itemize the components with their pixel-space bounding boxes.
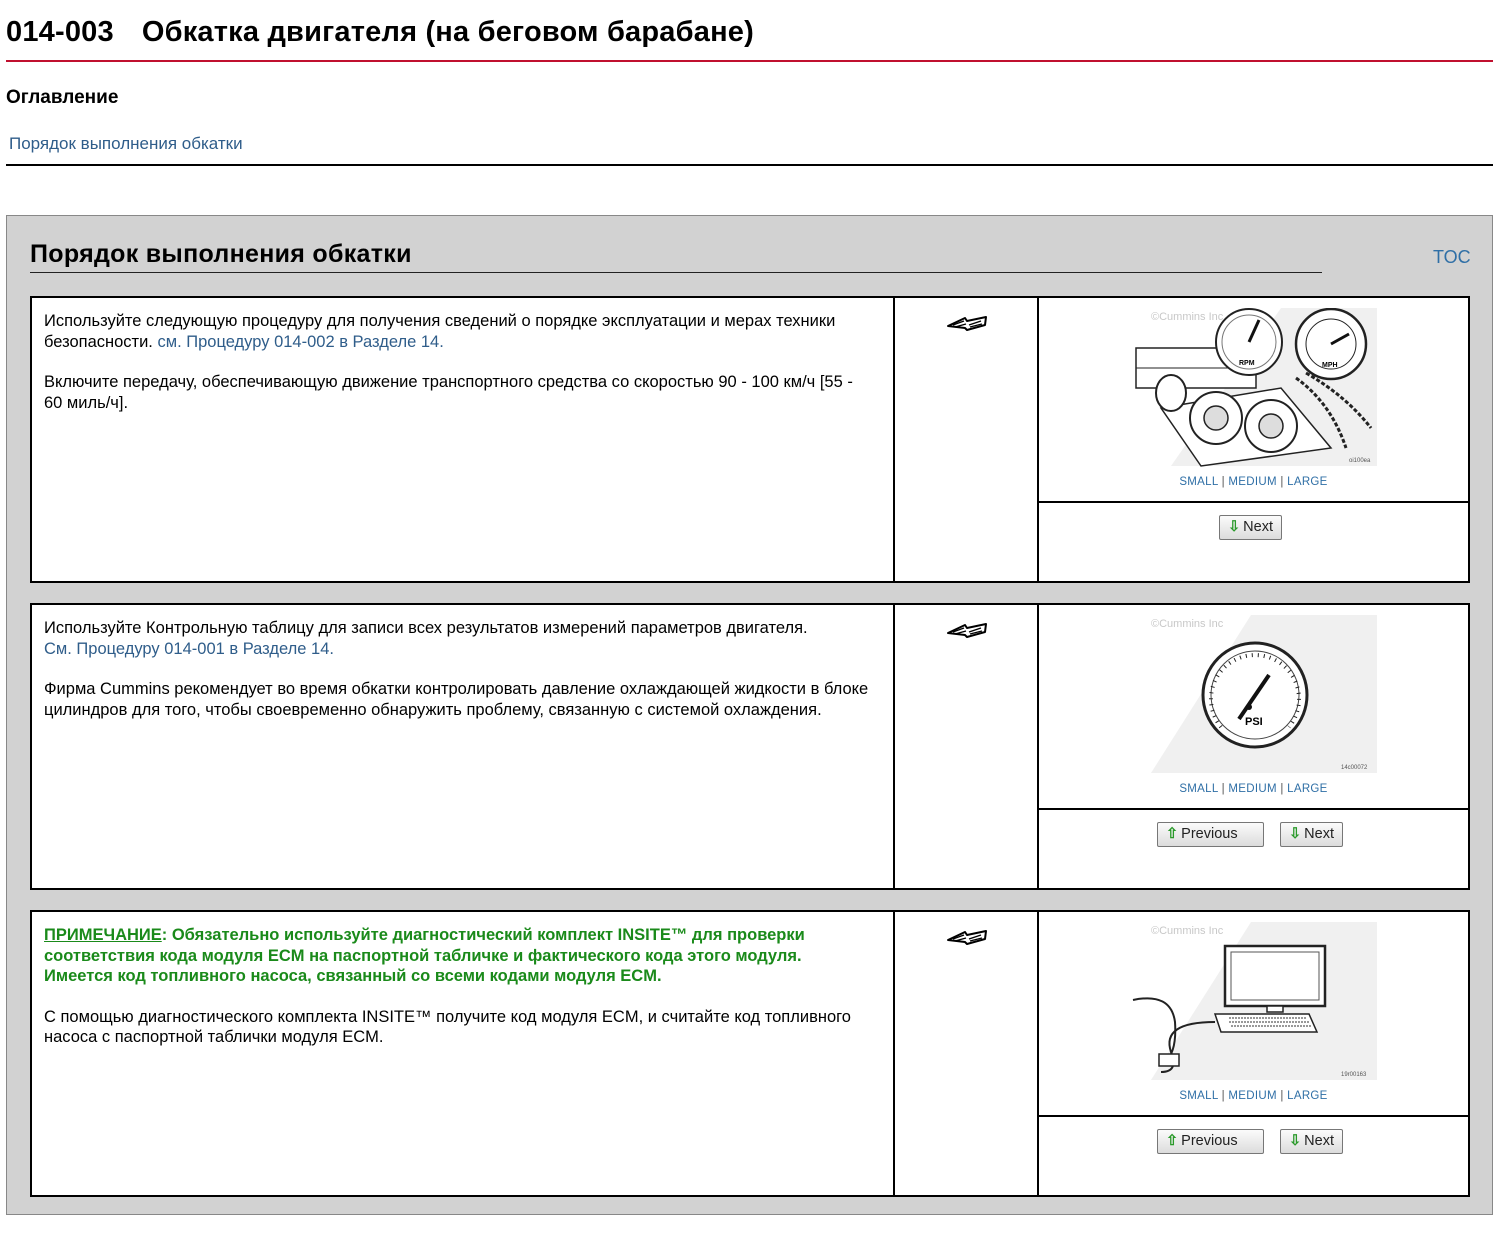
procedure-step-2: Используйте Контрольную таблицу для запи… xyxy=(30,603,1470,890)
arrow-down-icon: ⇩ xyxy=(1228,519,1241,535)
toc-divider xyxy=(6,164,1493,166)
separator: | xyxy=(1221,1090,1225,1102)
next-button-label: Next xyxy=(1304,826,1334,842)
separator: | xyxy=(1280,783,1284,795)
step-paragraph: Используйте Контрольную таблицу для запи… xyxy=(44,618,873,659)
section-divider xyxy=(30,272,1322,273)
section-title: Порядок выполнения обкатки xyxy=(30,240,412,268)
step-icon-column xyxy=(895,298,1039,581)
size-large-link[interactable]: LARGE xyxy=(1287,783,1328,795)
step-text: Используйте следующую процедуру для полу… xyxy=(32,298,895,581)
note-label: ПРИМЕЧАНИЕ xyxy=(44,926,162,944)
arrow-down-icon: ⇩ xyxy=(1289,826,1302,842)
previous-button-label: Previous xyxy=(1181,1133,1238,1149)
illustration-cell: ©Cummins Inc PSI 14c00072 SMALL | MEDIUM… xyxy=(1039,605,1468,810)
insite-computer-illustration[interactable]: ©Cummins Inc 19r00163 xyxy=(1131,922,1377,1084)
size-small-link[interactable]: SMALL xyxy=(1179,1090,1218,1102)
coolant-pressure-gauge-illustration[interactable]: ©Cummins Inc PSI 14c00072 xyxy=(1131,615,1377,777)
next-button-label: Next xyxy=(1304,1133,1334,1149)
size-large-link[interactable]: LARGE xyxy=(1287,1090,1328,1102)
illustration-cell: ©Cummins Inc RPM MPH oi100ea SMALL | MED… xyxy=(1039,298,1468,503)
gauge-label: MPH xyxy=(1322,362,1338,369)
gauge-label: PSI xyxy=(1245,716,1263,728)
next-button[interactable]: ⇩ Next xyxy=(1219,515,1282,540)
separator: | xyxy=(1221,476,1225,488)
step-media: ©Cummins Inc RPM MPH oi100ea SMALL | MED… xyxy=(1039,298,1468,581)
note-paragraph: ПРИМЕЧАНИЕ: Обязательно используйте диаг… xyxy=(44,925,873,987)
image-size-links: SMALL | MEDIUM | LARGE xyxy=(1039,476,1468,488)
watermark: ©Cummins Inc xyxy=(1151,618,1224,630)
step-text-line: Используйте Контрольную таблицу для запи… xyxy=(44,619,808,637)
previous-button[interactable]: ⇧ Previous xyxy=(1157,822,1264,847)
open-book-icon xyxy=(947,316,987,331)
figure-code: 14c00072 xyxy=(1341,765,1368,771)
step-text: Используйте Контрольную таблицу для запи… xyxy=(32,605,895,888)
step-paragraph: Фирма Cummins рекомендует во время обкат… xyxy=(44,680,869,719)
step-paragraph: Включите передачу, обеспечивающую движен… xyxy=(44,373,853,412)
image-size-links: SMALL | MEDIUM | LARGE xyxy=(1039,1090,1468,1102)
open-book-icon xyxy=(947,930,987,945)
arrow-up-icon: ⇧ xyxy=(1166,1133,1179,1149)
step-paragraph: Используйте следующую процедуру для полу… xyxy=(44,311,873,352)
step-text: ПРИМЕЧАНИЕ: Обязательно используйте диаг… xyxy=(32,912,895,1195)
size-medium-link[interactable]: MEDIUM xyxy=(1228,1090,1276,1102)
dyno-gauges-illustration[interactable]: ©Cummins Inc RPM MPH oi100ea xyxy=(1131,308,1377,470)
size-large-link[interactable]: LARGE xyxy=(1287,476,1328,488)
size-medium-link[interactable]: MEDIUM xyxy=(1228,783,1276,795)
image-size-links: SMALL | MEDIUM | LARGE xyxy=(1039,783,1468,795)
step-media: ©Cummins Inc 19r00163 SMALL | MEDIUM | L… xyxy=(1039,912,1468,1195)
page-title: 014-003 Обкатка двигателя (на беговом бар… xyxy=(6,16,754,49)
arrow-up-icon: ⇧ xyxy=(1166,826,1179,842)
procedure-panel: Порядок выполнения обкатки TOC Используй… xyxy=(6,215,1493,1215)
step-icon-column xyxy=(895,912,1039,1195)
gauge-label: RPM xyxy=(1239,360,1255,367)
toc-link-run-in-procedure[interactable]: Порядок выполнения обкатки xyxy=(9,134,243,154)
size-medium-link[interactable]: MEDIUM xyxy=(1228,476,1276,488)
procedure-title: Обкатка двигателя (на беговом барабане) xyxy=(141,16,754,48)
back-to-toc-link[interactable]: TOC xyxy=(1433,247,1471,268)
arrow-down-icon: ⇩ xyxy=(1289,1133,1302,1149)
illustration-cell: ©Cummins Inc 19r00163 SMALL | MEDIUM | L… xyxy=(1039,912,1468,1117)
procedure-step-3: ПРИМЕЧАНИЕ: Обязательно используйте диаг… xyxy=(30,910,1470,1197)
open-book-icon xyxy=(947,623,987,638)
previous-button-label: Previous xyxy=(1181,826,1238,842)
step-paragraph: С помощью диагностического комплекта INS… xyxy=(44,1007,851,1047)
navigation-cell: ⇧ Previous ⇩ Next xyxy=(1039,1117,1468,1195)
figure-code: oi100ea xyxy=(1349,458,1371,464)
step-media: ©Cummins Inc PSI 14c00072 SMALL | MEDIUM… xyxy=(1039,605,1468,888)
procedure-reference-link[interactable]: См. Процедуру 014-001 в Разделе 14. xyxy=(44,640,334,658)
separator: | xyxy=(1221,783,1225,795)
next-button[interactable]: ⇩ Next xyxy=(1280,822,1343,847)
next-button-label: Next xyxy=(1243,519,1273,535)
procedure-step-1: Используйте следующую процедуру для полу… xyxy=(30,296,1470,583)
previous-button[interactable]: ⇧ Previous xyxy=(1157,1129,1264,1154)
procedure-code: 014-003 xyxy=(6,16,114,48)
step-icon-column xyxy=(895,605,1039,888)
watermark: ©Cummins Inc xyxy=(1151,311,1224,323)
size-small-link[interactable]: SMALL xyxy=(1179,783,1218,795)
procedure-reference-link[interactable]: см. Процедуру 014-002 в Разделе 14. xyxy=(158,333,444,351)
size-small-link[interactable]: SMALL xyxy=(1179,476,1218,488)
watermark: ©Cummins Inc xyxy=(1151,925,1224,937)
title-divider xyxy=(6,60,1493,62)
next-button[interactable]: ⇩ Next xyxy=(1280,1129,1343,1154)
figure-code: 19r00163 xyxy=(1341,1072,1367,1078)
navigation-cell: ⇩ Next xyxy=(1039,503,1468,581)
navigation-cell: ⇧ Previous ⇩ Next xyxy=(1039,810,1468,888)
separator: | xyxy=(1280,1090,1284,1102)
separator: | xyxy=(1280,476,1284,488)
toc-heading: Оглавление xyxy=(6,87,119,108)
